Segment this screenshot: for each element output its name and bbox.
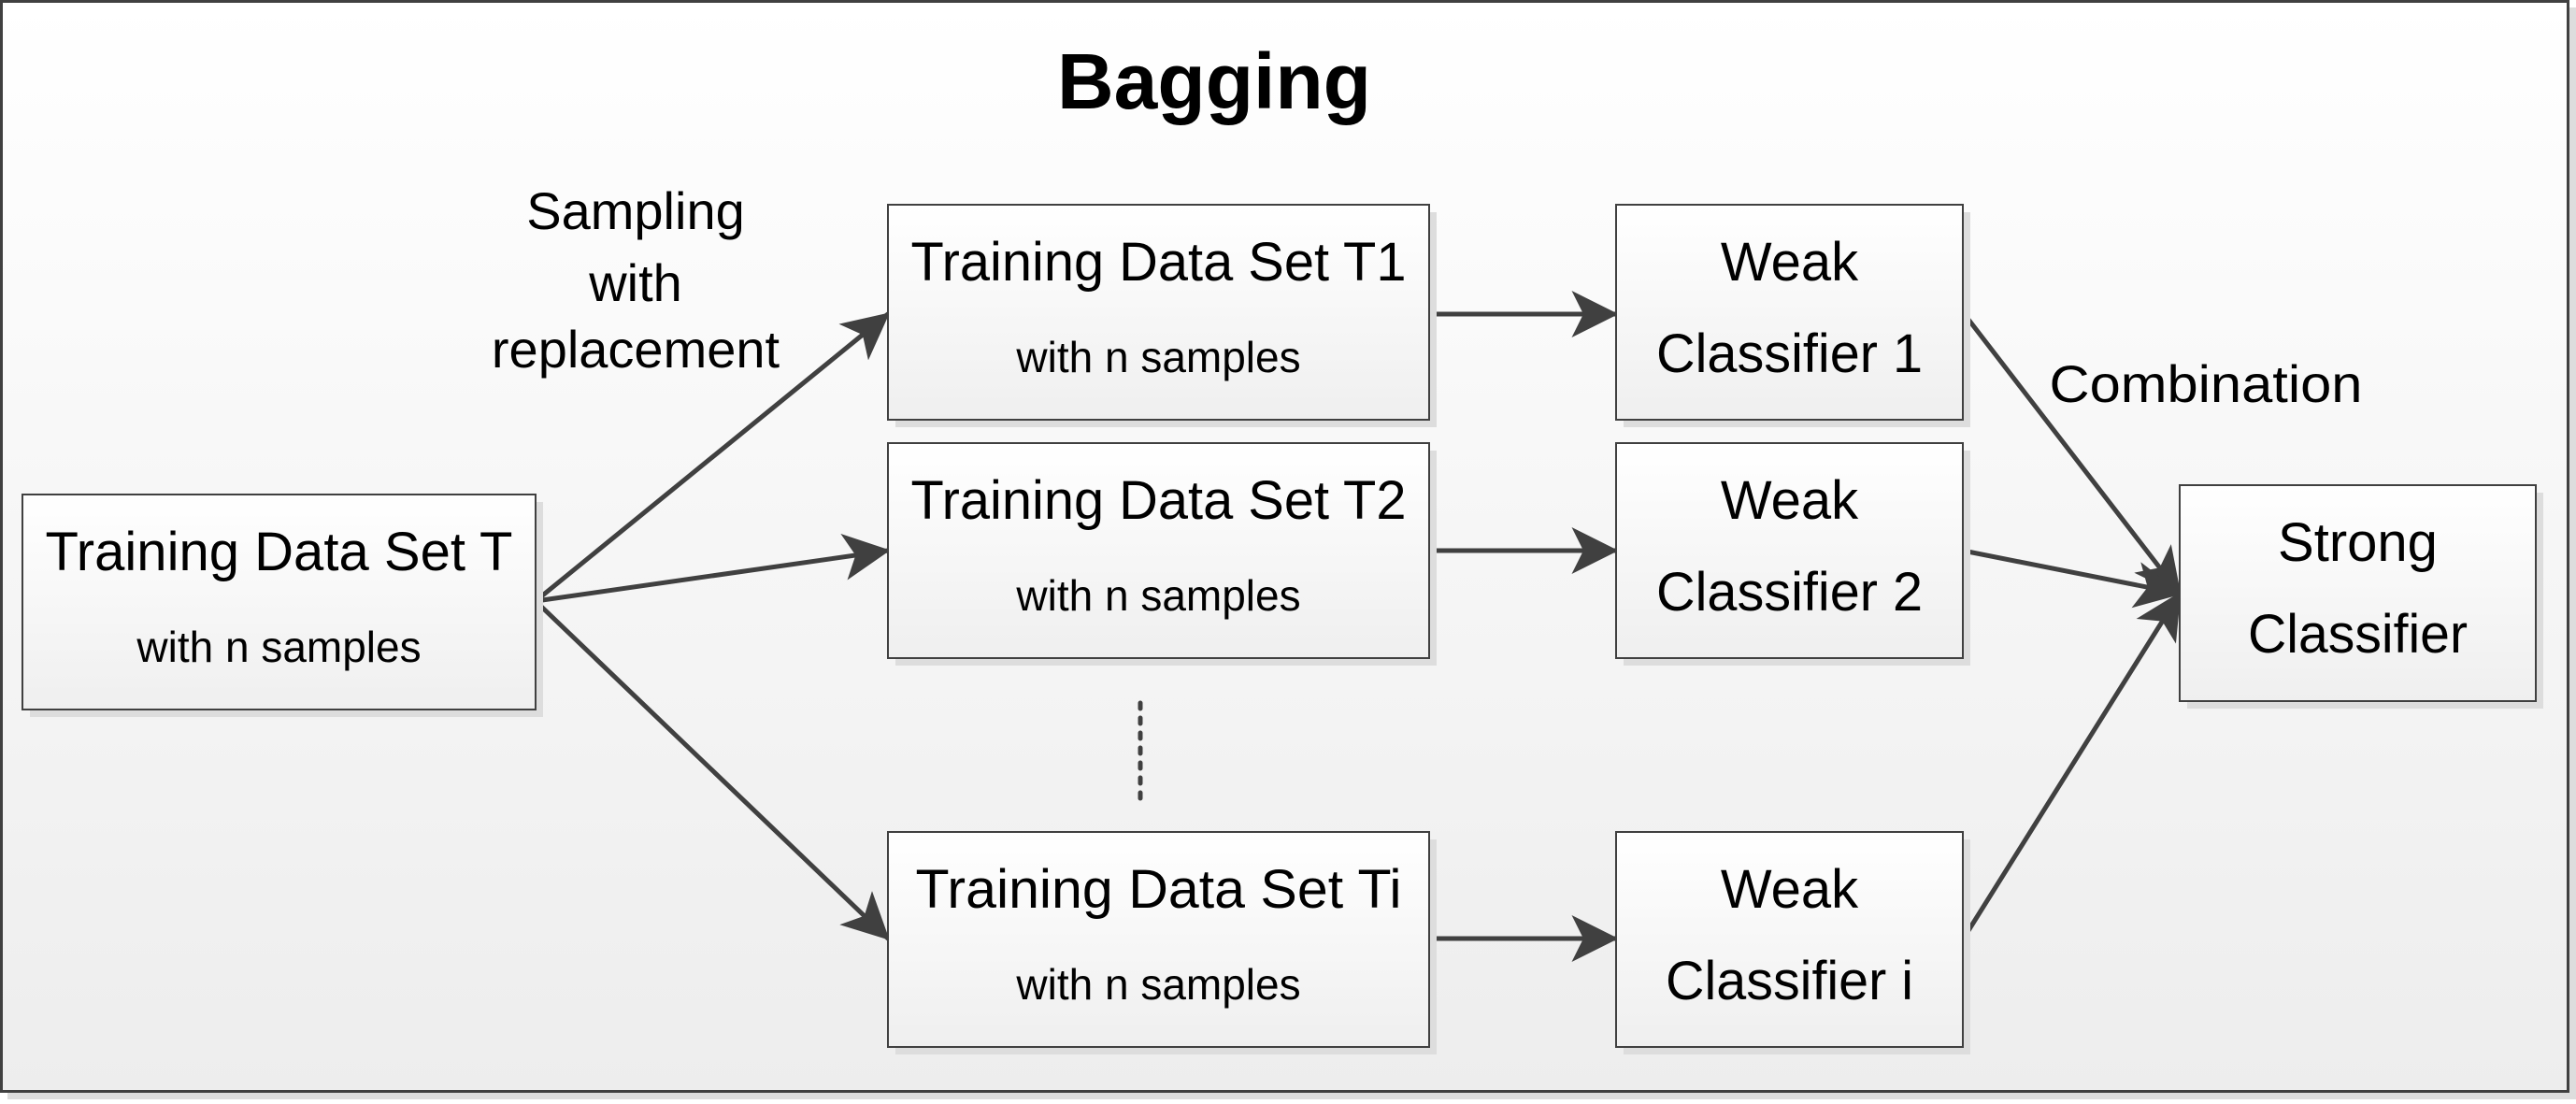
node-label-line-2: Classifier 2 xyxy=(1656,562,1923,623)
node-label-line-1: Training Data Set T1 xyxy=(911,232,1407,293)
node-source: Training Data Set T with n samples xyxy=(21,494,543,717)
node-strong: Strong Classifier xyxy=(2179,484,2543,709)
node-label-line-1: Weak xyxy=(1721,859,1859,920)
node-label-line-1: Training Data Set Ti xyxy=(916,859,1402,920)
sampling-label-line-3: replacement xyxy=(492,320,780,379)
node-label-line-2: with n samples xyxy=(1015,960,1300,1009)
node-label-line-2: Classifier xyxy=(2248,604,2468,665)
node-subset-i: Training Data Set Ti with n samples xyxy=(887,831,1437,1054)
node-label-line-1: Training Data Set T xyxy=(46,522,513,582)
node-weak-i: Weak Classifier i xyxy=(1615,831,1970,1054)
node-subset-2: Training Data Set T2 with n samples xyxy=(887,442,1437,666)
node-label-line-2: with n samples xyxy=(1015,571,1300,620)
node-label-line-1: Weak xyxy=(1721,232,1859,293)
node-weak-1: Weak Classifier 1 xyxy=(1615,204,1970,427)
node-label-line-2: Classifier i xyxy=(1666,951,1913,1011)
diagram-title: Bagging xyxy=(1057,37,1371,125)
node-label-line-2: Classifier 1 xyxy=(1656,323,1923,384)
bagging-diagram: Bagging Sampling with replacement Combin… xyxy=(0,0,2576,1099)
sampling-label-line-1: Sampling xyxy=(526,181,744,240)
diagram-canvas: Bagging Sampling with replacement Combin… xyxy=(0,0,2576,1099)
node-label-line-1: Training Data Set T2 xyxy=(911,470,1407,531)
node-label-line-1: Weak xyxy=(1721,470,1859,531)
node-weak-2: Weak Classifier 2 xyxy=(1615,442,1970,666)
node-label-line-2: with n samples xyxy=(1015,333,1300,381)
node-label-line-2: with n samples xyxy=(136,623,421,671)
combination-label: Combination xyxy=(2050,354,2363,413)
node-subset-1: Training Data Set T1 with n samples xyxy=(887,204,1437,427)
sampling-label-line-2: with xyxy=(588,253,682,312)
node-label-line-1: Strong xyxy=(2278,512,2438,573)
